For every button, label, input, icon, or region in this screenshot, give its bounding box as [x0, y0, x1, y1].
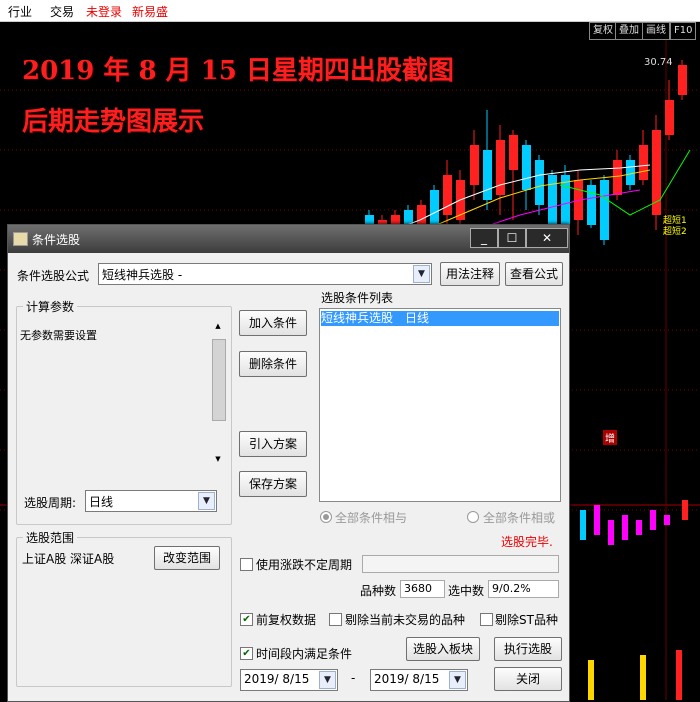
- condition-list-label: 选股条件列表: [321, 291, 394, 305]
- period-select[interactable]: 日线 ▼: [85, 490, 217, 512]
- count-label: 品种数: [360, 584, 397, 598]
- params-group-label: 计算参数: [23, 298, 78, 315]
- scroll-up-icon[interactable]: ▲: [211, 322, 225, 334]
- close-button[interactable]: 关闭: [494, 667, 562, 691]
- irregular-period-label: 使用涨跌不定周期: [256, 558, 353, 572]
- import-scheme-button[interactable]: 引入方案: [239, 431, 307, 457]
- irregular-period-checkbox[interactable]: [240, 558, 253, 571]
- radio-and[interactable]: [320, 511, 332, 523]
- scope-group-label: 选股范围: [23, 529, 78, 546]
- window-icon: [13, 232, 28, 246]
- timerange-label: 时间段内满足条件: [256, 647, 353, 661]
- period-value: 日线: [89, 495, 114, 509]
- date-to-value: 2019/ 8/15: [374, 672, 440, 686]
- timerange-checkbox[interactable]: ✔: [240, 647, 253, 660]
- usage-notes-button[interactable]: 用法注释: [440, 262, 500, 286]
- add-condition-button[interactable]: 加入条件: [239, 310, 307, 336]
- irregular-period-field[interactable]: [362, 555, 559, 573]
- execute-button[interactable]: 执行选股: [494, 637, 562, 661]
- overlay-button[interactable]: 叠加: [615, 22, 643, 40]
- formula-label: 条件选股公式: [17, 269, 90, 283]
- fuquan-button[interactable]: 复权: [589, 22, 617, 40]
- dialog-title: 条件选股: [32, 233, 81, 247]
- list-item-period: 日线: [405, 311, 430, 325]
- signal-label-2: 超短2: [663, 227, 687, 237]
- scope-text: 上证A股 深证A股: [22, 552, 115, 566]
- menu-bar: 行业 交易 未登录 新易盛: [0, 0, 700, 22]
- params-scrollbar[interactable]: ▲ ▼: [211, 322, 226, 467]
- list-item[interactable]: 短线神兵选股 日线: [321, 311, 559, 326]
- f10-button[interactable]: F10: [670, 22, 697, 40]
- date-from-value: 2019/ 8/15: [244, 672, 310, 686]
- increase-badge: 增: [603, 430, 617, 445]
- chevron-down-icon[interactable]: ▼: [198, 492, 215, 510]
- overlay-title: 2019 年 8 月 15 日星期四出股截图: [22, 56, 454, 86]
- stock-screener-dialog: 条件选股 _ ☐ ✕ 条件选股公式 短线神兵选股 - ▼ 用法注释 查看公式 计…: [7, 224, 570, 702]
- period-label: 选股周期:: [24, 496, 77, 510]
- login-status[interactable]: 未登录: [86, 3, 122, 20]
- maximize-icon[interactable]: ☐: [498, 228, 526, 248]
- exclude-st-checkbox[interactable]: [480, 613, 493, 626]
- exclude-notrade-checkbox[interactable]: [329, 613, 342, 626]
- params-text: 无参数需要设置: [20, 329, 97, 342]
- date-from-select[interactable]: 2019/ 8/15 ▼: [240, 669, 338, 691]
- chevron-down-icon[interactable]: ▼: [319, 671, 336, 689]
- scroll-down-icon[interactable]: ▼: [211, 455, 225, 467]
- radio-and-label: 全部条件相与: [335, 511, 408, 525]
- delete-condition-button[interactable]: 删除条件: [239, 351, 307, 377]
- formula-value: 短线神兵选股 -: [102, 268, 183, 282]
- chevron-down-icon[interactable]: ▼: [413, 265, 430, 283]
- radio-or-label: 全部条件相或: [483, 511, 556, 525]
- date-to-select[interactable]: 2019/ 8/15 ▼: [370, 669, 468, 691]
- fuquan-checkbox[interactable]: ✔: [240, 613, 253, 626]
- save-scheme-button[interactable]: 保存方案: [239, 471, 307, 497]
- to-block-button[interactable]: 选股入板块: [406, 637, 480, 661]
- formula-select[interactable]: 短线神兵选股 - ▼: [98, 263, 432, 285]
- list-item-name: 短线神兵选股: [321, 311, 394, 325]
- menu-trade[interactable]: 交易: [50, 3, 74, 20]
- condition-list[interactable]: 短线神兵选股 日线: [319, 308, 561, 502]
- price-label: 30.74: [644, 57, 673, 68]
- stock-name: 新易盛: [132, 5, 169, 19]
- overlay-subtitle: 后期走势图展示: [22, 107, 205, 137]
- selected-label: 选中数: [448, 584, 485, 598]
- count-value: 3680: [400, 580, 445, 598]
- fuquan-label: 前复权数据: [256, 613, 317, 627]
- exclude-st-label: 剔除ST品种: [495, 613, 558, 627]
- minimize-icon[interactable]: _: [470, 228, 498, 248]
- view-formula-button[interactable]: 查看公式: [505, 262, 563, 286]
- chevron-down-icon[interactable]: ▼: [449, 671, 466, 689]
- status-text: 选股完毕.: [501, 535, 553, 549]
- date-separator: -: [351, 671, 356, 685]
- radio-or[interactable]: [467, 511, 479, 523]
- close-icon[interactable]: ✕: [526, 228, 568, 248]
- scrollbar-thumb[interactable]: [212, 339, 226, 421]
- draw-line-button[interactable]: 画线: [642, 22, 670, 40]
- dialog-titlebar[interactable]: 条件选股 _ ☐ ✕: [8, 225, 569, 253]
- exclude-notrade-label: 剔除当前未交易的品种: [345, 613, 466, 627]
- change-scope-button[interactable]: 改变范围: [154, 546, 220, 570]
- selected-value: 9/0.2%: [488, 580, 559, 598]
- menu-industry[interactable]: 行业: [8, 3, 32, 20]
